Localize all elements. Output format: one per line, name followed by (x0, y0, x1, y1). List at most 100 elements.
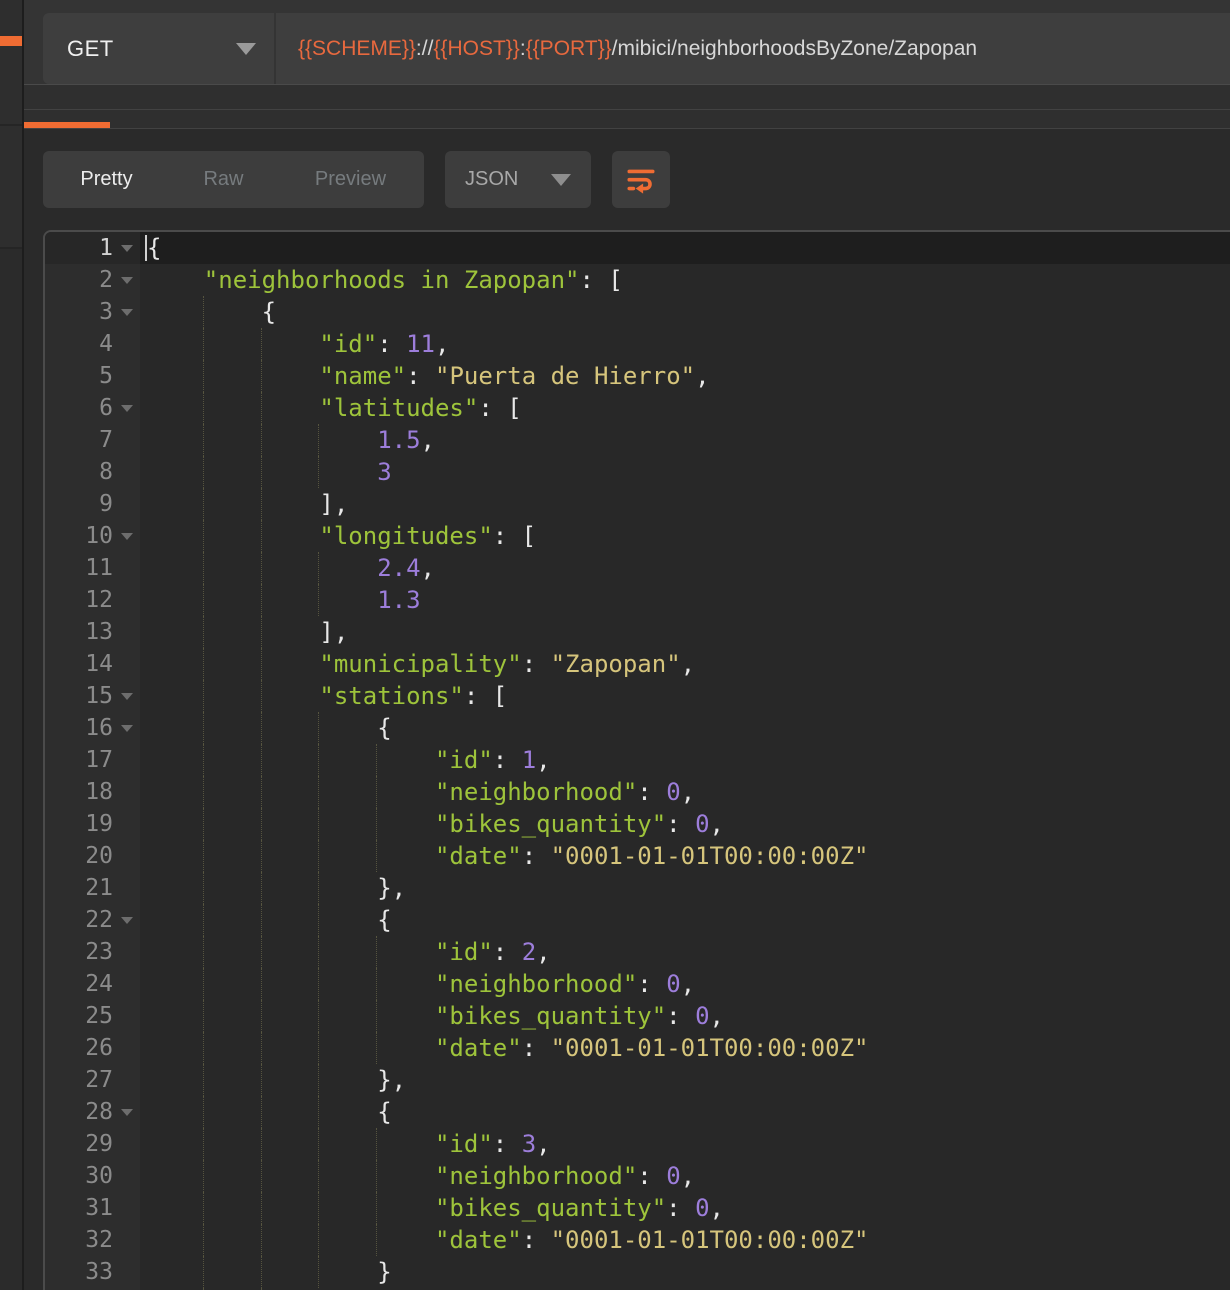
code-text: { (140, 232, 1230, 264)
response-body-viewer[interactable]: 1{2 "neighborhoods in Zapopan": [3 {4 "i… (43, 230, 1230, 1290)
url-template-var: {{HOST}} (433, 37, 519, 61)
fold-chevron-icon[interactable] (121, 533, 133, 540)
code-text: "neighborhoods in Zapopan": [ (140, 264, 1230, 296)
code-line: 24 "neighborhood": 0, (45, 968, 1230, 1000)
line-number: 19 (45, 808, 140, 840)
json-punctuation: { (147, 234, 161, 262)
code-line: 28 { (45, 1096, 1230, 1128)
json-punctuation: : (522, 1226, 551, 1254)
indent-guide (203, 456, 204, 488)
indent-guide (261, 968, 262, 1000)
wrap-text-button[interactable] (612, 151, 670, 208)
json-number: 11 (406, 330, 435, 358)
code-line: 4 "id": 11, (45, 328, 1230, 360)
indent-guide (318, 1224, 319, 1256)
indent-guide (203, 1096, 204, 1128)
code-text: { (140, 904, 1230, 936)
code-line: 30 "neighborhood": 0, (45, 1160, 1230, 1192)
json-punctuation: : (522, 1034, 551, 1062)
fold-chevron-icon[interactable] (121, 917, 133, 924)
indent-guide (318, 744, 319, 776)
json-punctuation: ], (319, 490, 348, 518)
line-number: 25 (45, 1000, 140, 1032)
tab-raw[interactable]: Raw (170, 151, 277, 208)
indent-guide (318, 1096, 319, 1128)
line-number: 12 (45, 584, 140, 616)
json-punctuation: : [ (493, 522, 536, 550)
method-select[interactable]: GET (43, 13, 274, 84)
fold-chevron-icon[interactable] (121, 725, 133, 732)
code-text: ], (140, 616, 1230, 648)
json-key: "neighborhood" (435, 778, 637, 806)
indent-guide (261, 584, 262, 616)
line-number: 33 (45, 1256, 140, 1288)
fold-chevron-icon[interactable] (121, 245, 133, 252)
indent-guide (376, 1128, 377, 1160)
json-punctuation: : (406, 362, 435, 390)
request-section: GET {{SCHEME}}://{{HOST}}:{{PORT}}/mibic… (24, 0, 1230, 85)
code-line: 23 "id": 2, (45, 936, 1230, 968)
line-number: 10 (45, 520, 140, 552)
json-punctuation: : [ (579, 266, 622, 294)
indent-guide (318, 1192, 319, 1224)
json-punctuation: , (710, 1002, 724, 1030)
json-string: "Puerta de Hierro" (435, 362, 695, 390)
json-punctuation: : (637, 970, 666, 998)
code-text: }, (140, 1064, 1230, 1096)
json-string: "0001-01-01T00:00:00Z" (551, 1034, 869, 1062)
indent-guide (203, 424, 204, 456)
url-input[interactable]: {{SCHEME}}://{{HOST}}:{{PORT}}/mibici/ne… (276, 13, 1230, 84)
indent-guide (261, 456, 262, 488)
request-subheader (24, 85, 1230, 110)
indent-guide (318, 1000, 319, 1032)
json-punctuation: : (493, 938, 522, 966)
tab-pretty[interactable]: Pretty (43, 151, 170, 208)
line-number: 15 (45, 680, 140, 712)
indent-guide (203, 1032, 204, 1064)
json-number: 0 (666, 778, 680, 806)
url-text: :// (416, 37, 434, 61)
fold-chevron-icon[interactable] (121, 405, 133, 412)
response-toolbar: Pretty Raw Preview JSON (24, 129, 1230, 208)
code-text: 2.4, (140, 552, 1230, 584)
indent-guide (376, 808, 377, 840)
code-line: 32 "date": "0001-01-01T00:00:00Z" (45, 1224, 1230, 1256)
indent-guide (203, 968, 204, 1000)
tab-preview[interactable]: Preview (277, 151, 424, 208)
indent-guide (318, 840, 319, 872)
code-line: 1{ (45, 232, 1230, 264)
indent-guide (203, 648, 204, 680)
indent-guide (318, 424, 319, 456)
json-punctuation: : [ (478, 394, 521, 422)
code-text: "id": 2, (140, 936, 1230, 968)
code-line: 25 "bikes_quantity": 0, (45, 1000, 1230, 1032)
app-window: GET {{SCHEME}}://{{HOST}}:{{PORT}}/mibic… (0, 0, 1230, 1290)
json-punctuation: , (681, 1162, 695, 1190)
json-punctuation: : (637, 1162, 666, 1190)
fold-chevron-icon[interactable] (121, 277, 133, 284)
fold-chevron-icon[interactable] (121, 693, 133, 700)
fold-chevron-icon[interactable] (121, 309, 133, 316)
format-dropdown[interactable]: JSON (445, 151, 591, 208)
indent-guide (318, 552, 319, 584)
indent-guide (318, 808, 319, 840)
json-punctuation: , (435, 330, 449, 358)
indent-guide (376, 1224, 377, 1256)
json-key: "neighborhood" (435, 1162, 637, 1190)
line-number: 29 (45, 1128, 140, 1160)
code-text: { (140, 712, 1230, 744)
fold-chevron-icon[interactable] (121, 1109, 133, 1116)
indent-guide (261, 360, 262, 392)
line-number: 18 (45, 776, 140, 808)
code-line: 31 "bikes_quantity": 0, (45, 1192, 1230, 1224)
indent-guide (261, 744, 262, 776)
code-text: "bikes_quantity": 0, (140, 808, 1230, 840)
code-line: 6 "latitudes": [ (45, 392, 1230, 424)
json-string: "0001-01-01T00:00:00Z" (551, 1226, 869, 1254)
line-number: 1 (45, 232, 140, 264)
json-punctuation: , (710, 810, 724, 838)
json-key: "municipality" (319, 650, 521, 678)
indent-guide (376, 1160, 377, 1192)
line-number: 24 (45, 968, 140, 1000)
indent-guide (376, 776, 377, 808)
